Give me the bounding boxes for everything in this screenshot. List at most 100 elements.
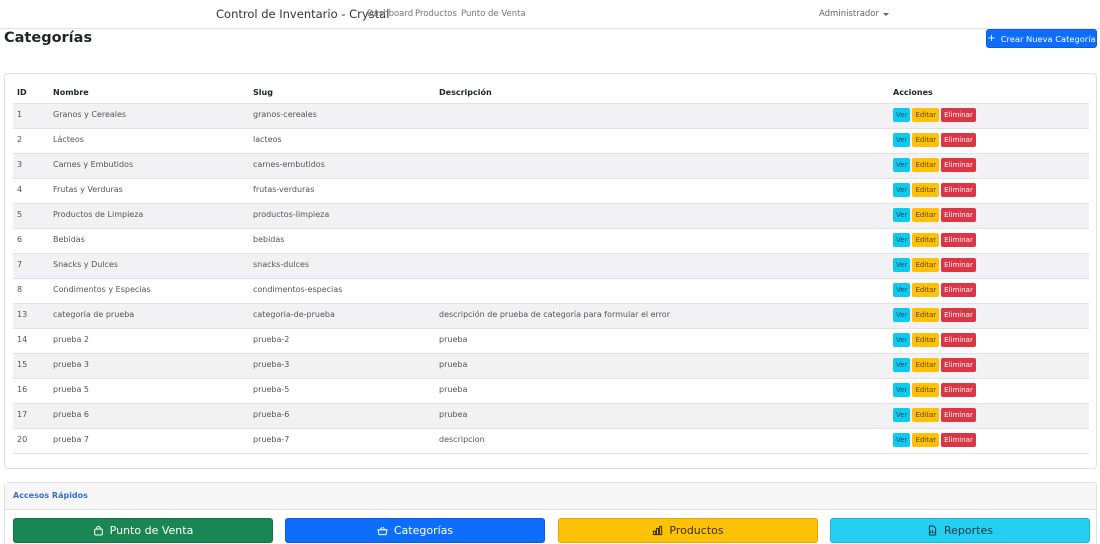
edit-button[interactable]: Editar	[912, 357, 940, 372]
view-button[interactable]: Ver	[893, 257, 911, 272]
cell-acciones: Ver Editar Eliminar	[889, 278, 1089, 304]
edit-button[interactable]: Editar	[912, 282, 940, 297]
edit-button[interactable]: Editar	[912, 407, 940, 422]
cell-nombre: Productos de Limpieza	[49, 203, 249, 229]
delete-button[interactable]: Eliminar	[941, 207, 976, 222]
cell-id: 2	[13, 128, 49, 154]
cell-nombre: Snacks y Dulces	[49, 253, 249, 279]
delete-button[interactable]: Eliminar	[941, 382, 976, 397]
cell-id: 5	[13, 203, 49, 229]
cell-descripcion	[435, 128, 889, 154]
cell-nombre: categoría de prueba	[49, 303, 249, 329]
view-button[interactable]: Ver	[893, 432, 911, 447]
view-button[interactable]: Ver	[893, 382, 911, 397]
view-button[interactable]: Ver	[893, 207, 911, 222]
edit-button[interactable]: Editar	[912, 307, 940, 322]
nav-link-punto-de-venta[interactable]: Punto de Venta	[461, 9, 526, 19]
cell-nombre: Condimentos y Especias	[49, 278, 249, 304]
view-button[interactable]: Ver	[893, 357, 911, 372]
quick-access-label: Categorías	[393, 524, 454, 537]
edit-button[interactable]: Editar	[912, 382, 940, 397]
view-button[interactable]: Ver	[893, 132, 911, 147]
nav-link-productos[interactable]: Productos	[415, 9, 457, 19]
cell-id: 20	[13, 428, 49, 454]
view-button[interactable]: Ver	[893, 282, 911, 297]
edit-button[interactable]: Editar	[912, 232, 940, 247]
cell-nombre: Bebidas	[49, 228, 249, 254]
cell-id: 15	[13, 353, 49, 379]
create-category-label: Crear Nueva Categoría	[1000, 33, 1096, 44]
create-category-button[interactable]: + Crear Nueva Categoría	[986, 29, 1097, 48]
cell-acciones: Ver Editar Eliminar	[889, 178, 1089, 204]
view-button[interactable]: Ver	[893, 107, 911, 122]
cell-id: 13	[13, 303, 49, 329]
table-row: 14 prueba 2 prueba-2 prueba Ver Editar Elimina…	[13, 328, 1089, 354]
delete-button[interactable]: Eliminar	[941, 332, 976, 347]
view-button[interactable]: Ver	[893, 407, 911, 422]
view-button[interactable]: Ver	[893, 182, 911, 197]
header-acciones: Acciones	[889, 82, 1089, 104]
header-nombre: Nombre	[49, 82, 249, 104]
quick-access-punto-de-venta-button[interactable]: Punto de Venta	[13, 518, 273, 543]
edit-button[interactable]: Editar	[912, 182, 940, 197]
cell-slug: prueba-5	[249, 378, 435, 404]
cell-acciones: Ver Editar Eliminar	[889, 253, 1089, 279]
table-row: 2 Lácteos lacteos Ver Editar Eliminar	[13, 128, 1089, 154]
edit-button[interactable]: Editar	[912, 207, 940, 222]
cell-nombre: Carnes y Embutidos	[49, 153, 249, 179]
edit-button[interactable]: Editar	[912, 332, 940, 347]
user-menu[interactable]: Administrador	[819, 9, 890, 19]
table-row: 6 Bebidas bebidas Ver Editar Eliminar	[13, 228, 1089, 254]
table-row: 17 prueba 6 prueba-6 prubea Ver Editar Elimina…	[13, 403, 1089, 429]
delete-button[interactable]: Eliminar	[941, 432, 976, 447]
quick-access-label: Productos	[669, 524, 724, 537]
cell-id: 1	[13, 103, 49, 129]
quick-access-categorias-button[interactable]: Categorías	[285, 518, 545, 543]
cell-nombre: prueba 6	[49, 403, 249, 429]
cell-nombre: Granos y Cereales	[49, 103, 249, 129]
delete-button[interactable]: Eliminar	[941, 407, 976, 422]
edit-button[interactable]: Editar	[912, 132, 940, 147]
cell-slug: snacks-dulces	[249, 253, 435, 279]
cell-nombre: prueba 3	[49, 353, 249, 379]
cell-acciones: Ver Editar Eliminar	[889, 428, 1089, 454]
delete-button[interactable]: Eliminar	[941, 232, 976, 247]
delete-button[interactable]: Eliminar	[941, 357, 976, 372]
quick-access-productos-button[interactable]: Productos	[558, 518, 818, 543]
cell-nombre: Lácteos	[49, 128, 249, 154]
edit-button[interactable]: Editar	[912, 157, 940, 172]
edit-button[interactable]: Editar	[912, 257, 940, 272]
quick-access-reportes-button[interactable]: Reportes	[830, 518, 1090, 543]
cell-descripcion	[435, 153, 889, 179]
cell-id: 6	[13, 228, 49, 254]
cell-nombre: prueba 5	[49, 378, 249, 404]
plus-icon: +	[987, 32, 996, 44]
view-button[interactable]: Ver	[893, 157, 911, 172]
delete-button[interactable]: Eliminar	[941, 282, 976, 297]
table-row: 5 Productos de Limpieza productos-limpieza…	[13, 203, 1089, 229]
delete-button[interactable]: Eliminar	[941, 157, 976, 172]
delete-button[interactable]: Eliminar	[941, 182, 976, 197]
cell-descripcion	[435, 103, 889, 129]
cell-id: 8	[13, 278, 49, 304]
table-row: 8 Condimentos y Especias condimentos-espec…	[13, 278, 1089, 304]
delete-button[interactable]: Eliminar	[941, 132, 976, 147]
edit-button[interactable]: Editar	[912, 107, 940, 122]
quick-access-title: Accesos Rápidos	[5, 483, 1096, 510]
cell-descripcion	[435, 253, 889, 279]
delete-button[interactable]: Eliminar	[941, 257, 976, 272]
nav-link-dashboard[interactable]: Dashboard	[367, 9, 413, 19]
view-button[interactable]: Ver	[893, 232, 911, 247]
navbar-brand[interactable]: Control de Inventario - Crystal	[216, 7, 389, 21]
edit-button[interactable]: Editar	[912, 432, 940, 447]
view-button[interactable]: Ver	[893, 332, 911, 347]
view-button[interactable]: Ver	[893, 307, 911, 322]
table-row: 4 Frutas y Verduras frutas-verduras Ver Edit…	[13, 178, 1089, 204]
delete-button[interactable]: Eliminar	[941, 307, 976, 322]
delete-button[interactable]: Eliminar	[941, 107, 976, 122]
cell-slug: prueba-6	[249, 403, 435, 429]
table-row: 16 prueba 5 prueba-5 prueba Ver Editar Elimina…	[13, 378, 1089, 404]
header-id: ID	[13, 82, 49, 104]
table-row: 13 categoría de prueba categoria-de-prueba…	[13, 303, 1089, 329]
table-row: 15 prueba 3 prueba-3 prueba Ver Editar Elimina…	[13, 353, 1089, 379]
